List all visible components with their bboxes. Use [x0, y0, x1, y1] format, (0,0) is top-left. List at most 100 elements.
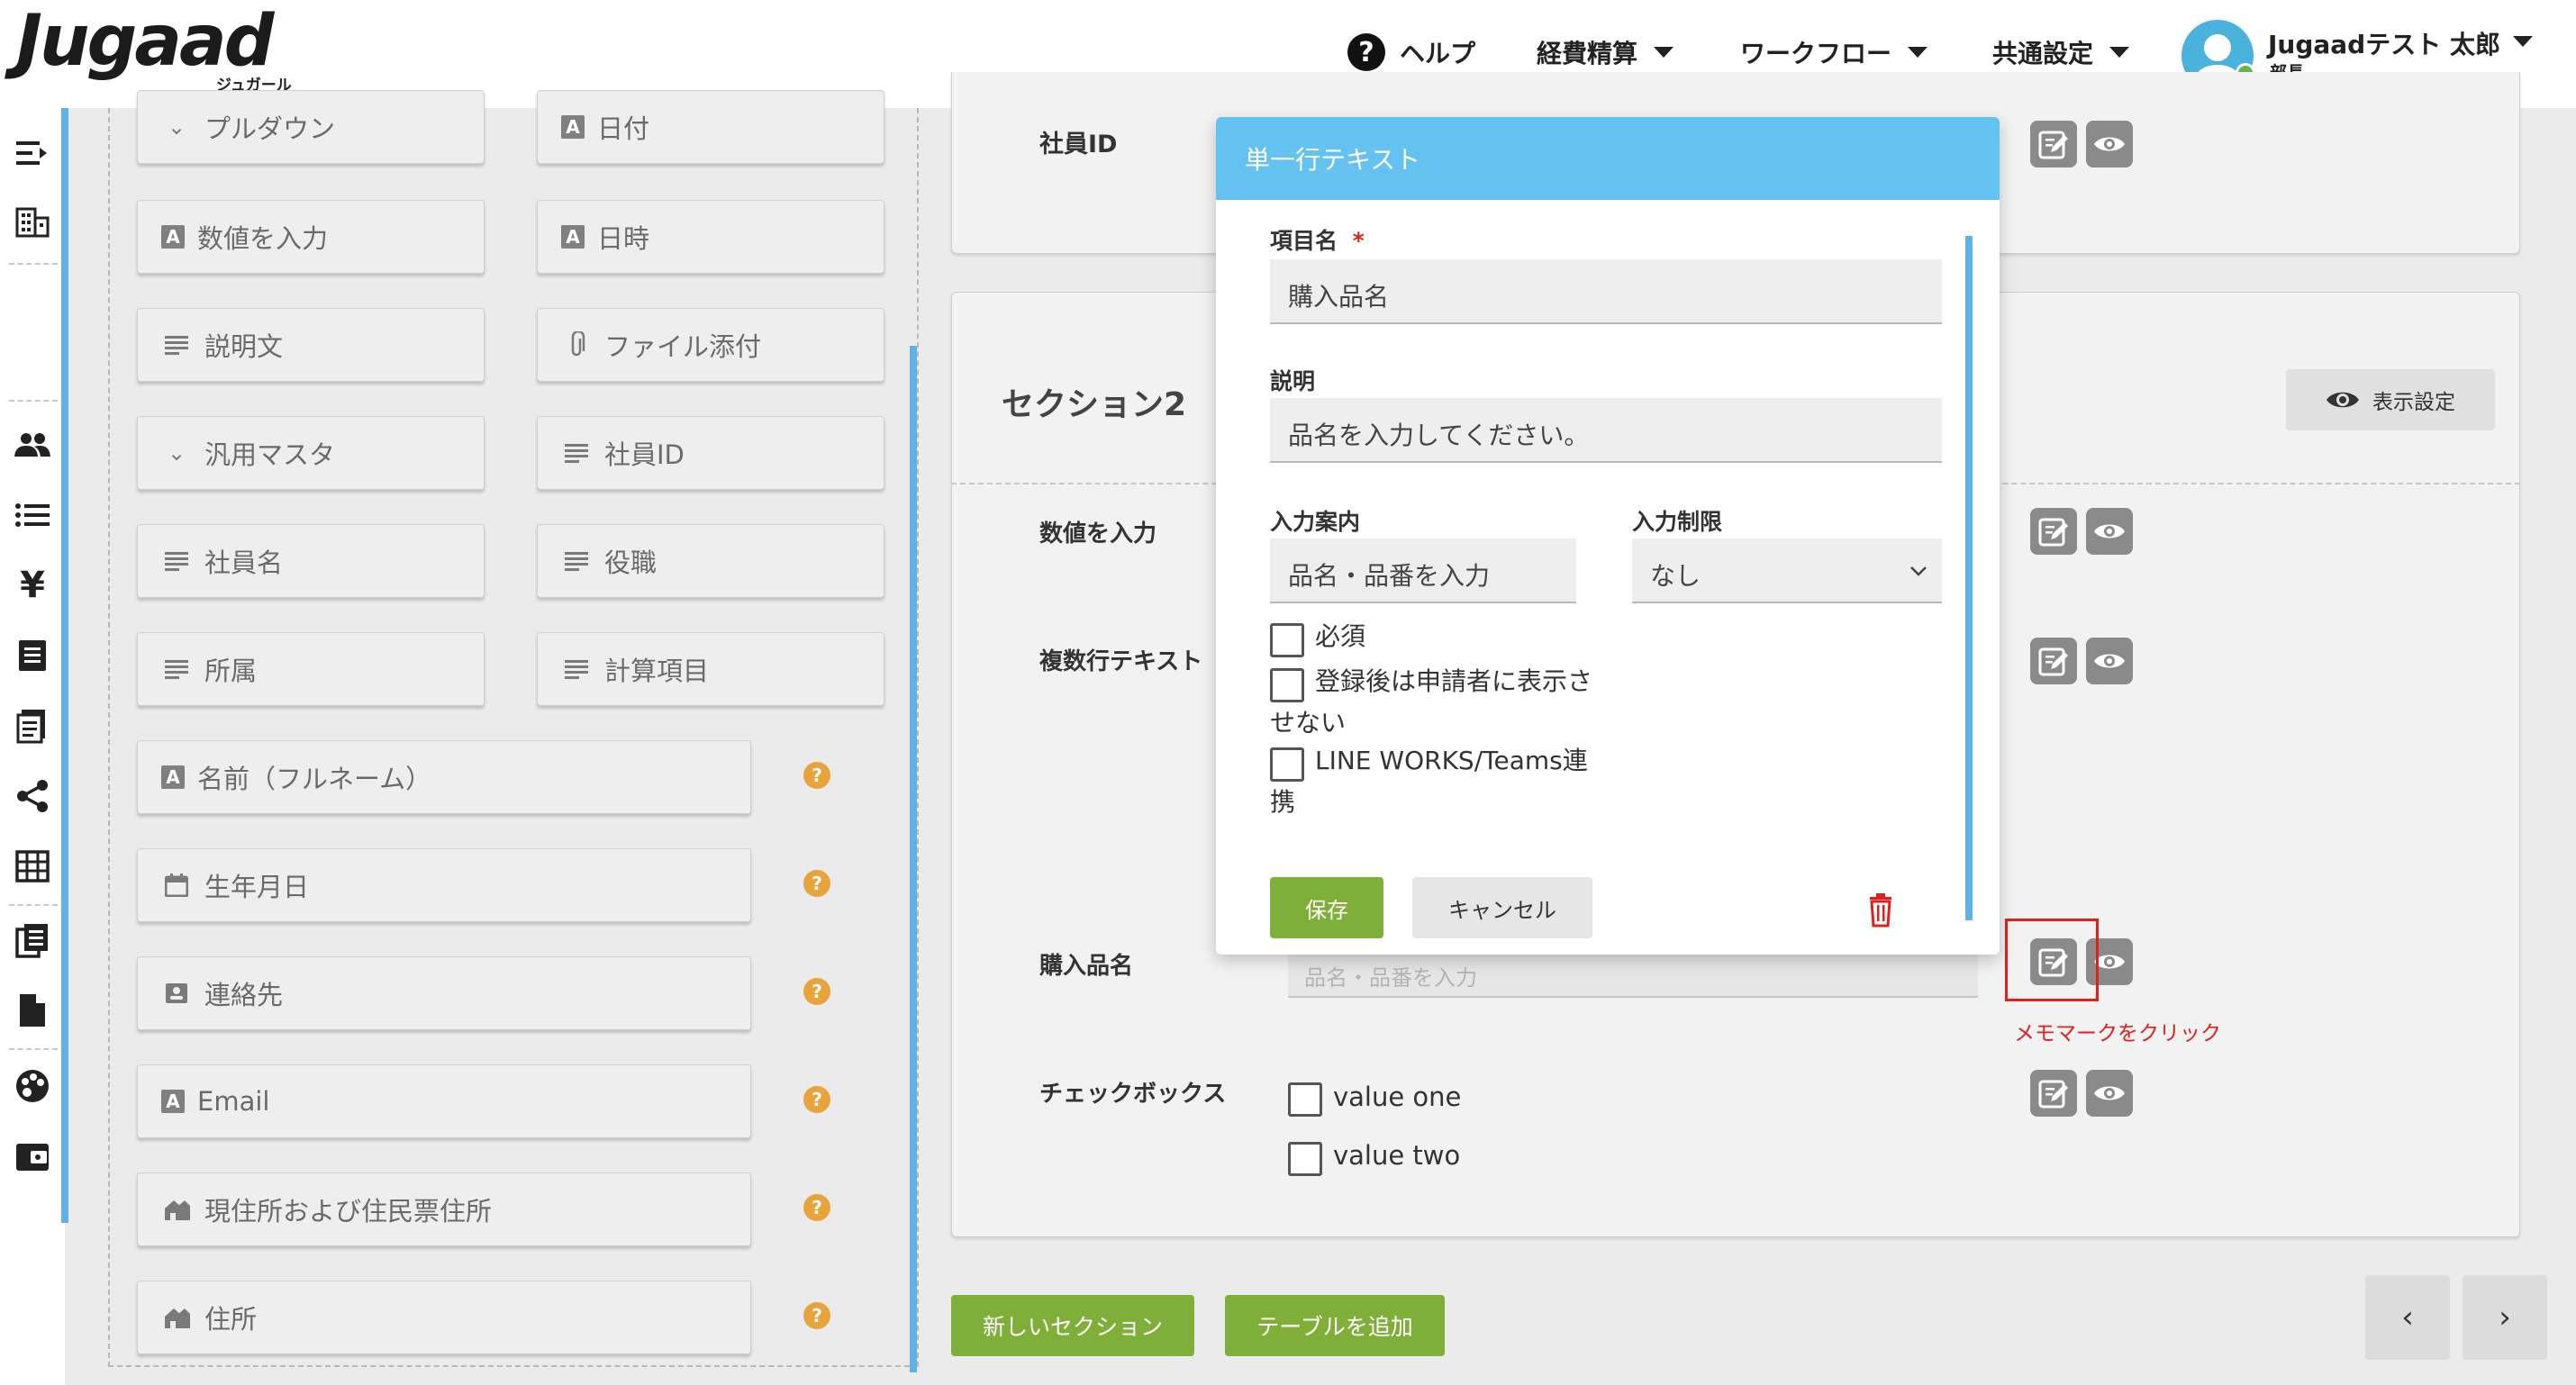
edit-memo-button[interactable] [2030, 508, 2077, 555]
lines-icon [161, 330, 192, 360]
input-guide-input[interactable]: 品名・品番を入力 [1270, 539, 1576, 603]
palette-item-full-name[interactable]: A 名前（フルネーム） [137, 740, 751, 814]
palette-icon[interactable] [13, 1066, 52, 1106]
eye-icon [2327, 392, 2359, 408]
sidebar-separator [9, 1048, 58, 1050]
help-icon[interactable]: ? [803, 870, 830, 897]
books-icon[interactable] [13, 920, 52, 960]
help-icon[interactable]: ? [803, 1086, 830, 1113]
dialog-title: 単一行テキスト [1216, 117, 2000, 200]
palette-item-current-address[interactable]: 現住所および住民票住所 [137, 1172, 751, 1246]
caret-down-icon [1908, 47, 1928, 58]
palette-item-master[interactable]: ⌄ 汎用マスタ [137, 416, 485, 490]
palette-item-employee-id[interactable]: 社員ID [537, 416, 884, 490]
palette-item-email[interactable]: A Email [137, 1064, 751, 1138]
edit-memo-button[interactable] [2030, 121, 2077, 167]
wallet-icon[interactable] [13, 1136, 52, 1176]
yen-icon[interactable]: ¥ [13, 565, 52, 606]
collapse-menu-icon[interactable] [13, 133, 52, 173]
dialog-scrollbar[interactable] [1965, 236, 1973, 920]
visibility-button[interactable] [2086, 1070, 2133, 1117]
palette-item-number[interactable]: A 数値を入力 [137, 200, 485, 274]
palette-item-address[interactable]: 住所 [137, 1281, 751, 1354]
palette-item-datetime[interactable]: A 日時 [537, 200, 884, 274]
palette-item-file[interactable]: ファイル添付 [537, 308, 884, 382]
new-section-button[interactable]: 新しいセクション [951, 1295, 1194, 1356]
palette-item-label: 名前（フルネーム） [197, 764, 432, 794]
eye-icon [2094, 524, 2125, 539]
share-icon[interactable] [13, 776, 52, 816]
palette-scrollbar[interactable] [910, 346, 917, 1372]
caret-down-icon [2109, 47, 2130, 58]
icon-sidebar [0, 108, 65, 1385]
edit-memo-button[interactable] [2030, 638, 2077, 684]
required-checkbox[interactable] [1270, 623, 1304, 657]
palette-item-label: 汎用マスタ [204, 439, 336, 470]
description-input[interactable]: 品名を入力してください。 [1270, 398, 1942, 463]
user-name[interactable]: Jugaadテスト 太郎 [2268, 25, 2500, 61]
lines-icon [161, 546, 192, 576]
add-table-button[interactable]: テーブルを追加 [1225, 1295, 1445, 1356]
list-icon[interactable] [13, 495, 52, 535]
checkbox-value-one[interactable] [1288, 1082, 1322, 1117]
next-page-button[interactable]: › [2463, 1275, 2547, 1360]
section-title[interactable]: セクション2 [1002, 378, 1186, 425]
field-label-purchase-item: 購入品名 [1039, 953, 1134, 980]
palette-item-label: 説明文 [204, 331, 284, 362]
palette-item-birthdate[interactable]: 生年月日 [137, 848, 751, 922]
visibility-button[interactable] [2086, 638, 2133, 684]
logo-text: Jugaad [16, 1, 275, 82]
palette-item-label: 日時 [597, 223, 650, 254]
cancel-button[interactable]: キャンセル [1412, 877, 1592, 938]
sidebar-separator [9, 263, 58, 265]
save-button[interactable]: 保存 [1270, 877, 1383, 938]
house-icon [161, 1194, 192, 1225]
edit-memo-button[interactable] [2030, 1070, 2077, 1117]
palette-item-label: 数値を入力 [197, 223, 329, 254]
menu-common-settings-label: 共通設定 [1992, 39, 2094, 68]
building-icon[interactable] [13, 202, 52, 241]
palette-item-description[interactable]: 説明文 [137, 308, 485, 382]
palette-item-calculation[interactable]: 計算項目 [537, 632, 884, 706]
palette-item-label: 計算項目 [604, 656, 710, 686]
visibility-button[interactable] [2086, 121, 2133, 167]
palette-item-pulldown[interactable]: ⌄ プルダウン [137, 90, 485, 164]
item-name-label-text: 項目名 [1270, 228, 1338, 254]
file-icon[interactable] [13, 991, 52, 1030]
text-a-icon: A [561, 115, 585, 139]
item-name-input[interactable]: 購入品名 [1270, 259, 1942, 324]
help-icon[interactable]: ? [803, 762, 830, 789]
document-icon[interactable] [13, 706, 52, 746]
prev-page-button[interactable]: ‹ [2365, 1275, 2450, 1360]
checkbox-value-two[interactable] [1288, 1142, 1322, 1176]
purchase-item-input[interactable]: 品名・品番を入力 [1288, 947, 1978, 998]
house-icon [161, 1302, 192, 1333]
palette-item-contact[interactable]: 連絡先 [137, 956, 751, 1030]
palette-item-label: 日付 [597, 113, 650, 144]
display-settings-button[interactable]: 表示設定 [2286, 369, 2495, 430]
help-icon[interactable]: ? [803, 1302, 830, 1329]
annotation-note: メモマークをクリック [2014, 1022, 2221, 1046]
receipt-icon[interactable] [13, 636, 52, 675]
input-restriction-select[interactable]: なし [1632, 539, 1942, 603]
hide-after-registration-label: 登録後は申請者に表示させない [1270, 666, 1593, 738]
chevron-down-icon: ⌄ [167, 440, 186, 466]
help-icon[interactable]: ? [803, 978, 830, 1005]
table-icon[interactable] [13, 846, 52, 886]
users-icon[interactable] [13, 425, 52, 465]
required-checkbox-label: 必須 [1315, 621, 1366, 651]
palette-item-label: 生年月日 [204, 872, 310, 902]
logo[interactable]: Jugaad ジュガール [16, 1, 295, 95]
help-icon[interactable]: ? [803, 1194, 830, 1221]
required-mark: * [1352, 228, 1365, 254]
visibility-button[interactable] [2086, 508, 2133, 555]
text-a-icon: A [161, 765, 185, 789]
delete-icon[interactable] [1863, 892, 1899, 928]
palette-item-department[interactable]: 所属 [137, 632, 485, 706]
highlight-box [2005, 919, 2099, 1001]
palette-item-date[interactable]: A 日付 [537, 90, 884, 164]
palette-item-employee-name[interactable]: 社員名 [137, 524, 485, 598]
palette-item-position[interactable]: 役職 [537, 524, 884, 598]
item-name-label: 項目名 * [1270, 223, 1365, 256]
user-menu-caret-icon[interactable] [2513, 36, 2533, 47]
